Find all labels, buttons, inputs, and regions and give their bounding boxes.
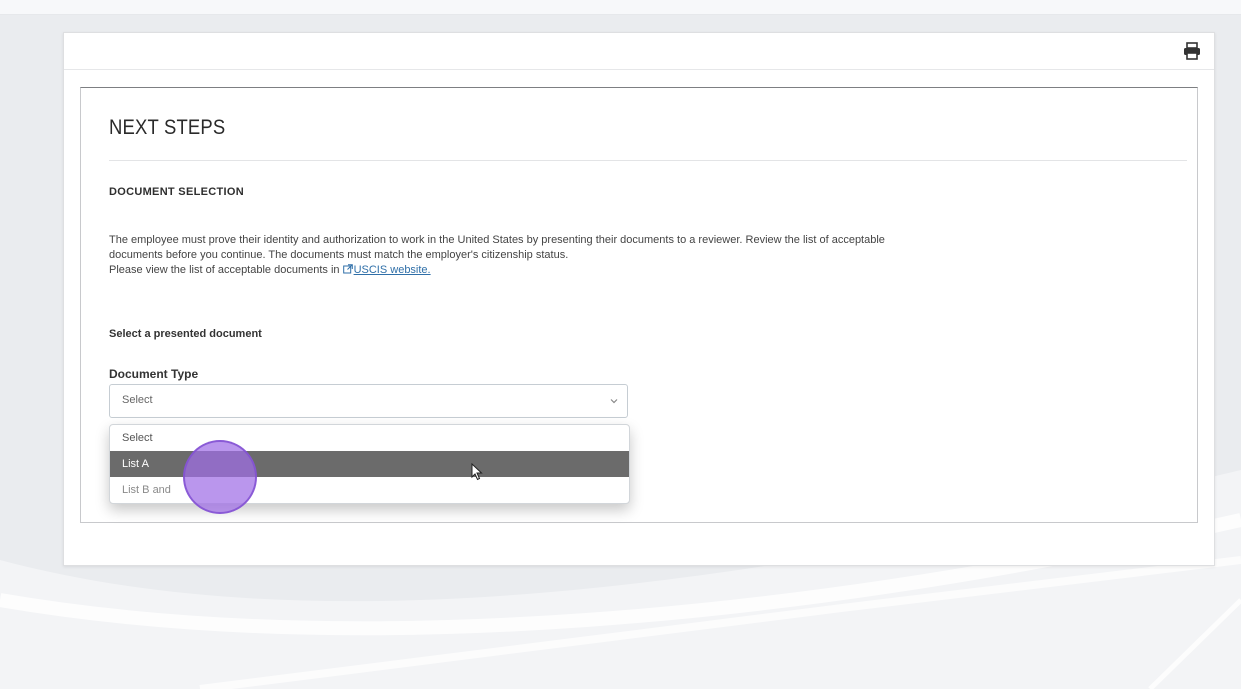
uscis-website-link-text: USCIS website.: [353, 264, 431, 276]
select-document-heading: Select a presented document: [109, 328, 262, 340]
mouse-cursor-icon: [471, 463, 483, 481]
click-indicator: [183, 440, 257, 514]
description-paragraph: The employee must prove their identity a…: [109, 233, 1179, 278]
top-bar: [0, 0, 1241, 15]
chevron-down-icon: [610, 399, 618, 404]
document-type-select[interactable]: Select: [109, 384, 628, 418]
option-select[interactable]: Select: [110, 425, 629, 451]
view-documents-line: Please view the list of acceptable docum…: [109, 263, 1179, 278]
uscis-website-link[interactable]: USCIS website.: [342, 264, 431, 276]
document-type-select-value: Select: [122, 394, 153, 406]
section-heading: DOCUMENT SELECTION: [109, 186, 244, 198]
card-toolbar: [64, 33, 1214, 70]
title-divider: [109, 160, 1187, 161]
description-line: The employee must prove their identity a…: [109, 234, 885, 246]
description-line: documents before you continue. The docum…: [109, 249, 569, 261]
page-title: NEXT STEPS: [109, 116, 226, 139]
external-link-icon: [342, 264, 353, 274]
printer-icon[interactable]: [1182, 42, 1202, 60]
view-documents-prefix: Please view the list of acceptable docum…: [109, 264, 343, 276]
document-type-label: Document Type: [109, 367, 199, 381]
